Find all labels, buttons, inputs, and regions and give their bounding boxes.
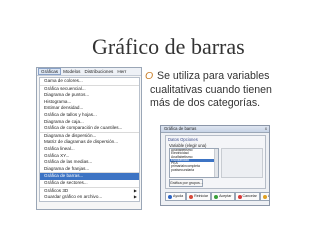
menu-item-label: Diagrama de puntos... [44,92,90,98]
variable-option[interactable]: postsecundaria [170,168,218,172]
menu-item-label: Matriz de diagramas de dispersión... [44,139,119,145]
ayuda-button[interactable]: Ayuda [165,192,187,201]
menu-item[interactable]: Gráfica de comparación de cuantiles... [40,125,139,132]
reiniciar-button[interactable]: Reiniciar [186,192,212,201]
bullet-line-1: Se utiliza para variables [157,70,270,82]
menu-item-label: Gráfica secuencial... [44,85,86,91]
bullet-line-2: cualitativas cuando tienen [150,83,272,96]
bullet-point: O Se utiliza para variables cualitativas… [145,70,317,111]
menubar: Gráficas Modelos Distribuciones Herr [37,68,141,76]
menu-item[interactable]: Diagrama de dispersión... [40,131,139,140]
menu-item[interactable]: Guardar gráfico en archivo... ▶ [40,194,139,201]
menu-graficas[interactable]: Gráficas [38,68,62,75]
menu-item[interactable]: Histograma... [40,99,139,106]
menu-item-label: Guardar gráfico en archivo... [44,194,103,200]
menu-item[interactable]: Gráfica de tallos y hojas... [40,112,139,119]
menu-item[interactable]: Diagrama de caja... [40,119,139,126]
dialog-buttons: Ayuda Reiniciar Aceptar Cancelar Aplicar [165,192,269,201]
graphs-menu-screenshot: Gráficas Modelos Distribuciones Herr Gam… [36,67,142,210]
dialog-titlebar: Gráfica de barras x [161,126,269,133]
help-icon [168,194,172,199]
menu-item[interactable]: Gráfica XY... [40,153,139,160]
dialog-title: Gráfica de barras [164,126,197,131]
menu-item-label: Gráfica lineal... [44,145,75,151]
menu-item-label: Histograma... [44,98,72,104]
menu-item[interactable]: Gráfica secuencial... [40,84,139,93]
bullet-line-3: más de dos categorías. [150,97,261,109]
bar-chart-dialog-screenshot: Gráfica de barras x Datos Opciones Varia… [160,125,270,206]
aplicar-button[interactable]: Aplicar [259,192,269,201]
button-label: Aceptar [219,194,232,198]
graphs-dropdown-menu: Gama de colores... Gráfica secuencial... D… [39,77,140,202]
variable-listbox[interactable]: Analfabetismo Electricidad Analfabetismo Es… [169,148,219,178]
button-label: Aplicar [268,193,269,200]
menu-item-label: Gráfica de las medias... [44,159,93,165]
menu-item-label: Estimar densidad... [44,105,84,111]
menu-item-label: Diagrama de dispersión... [44,132,97,138]
menu-item[interactable]: Gráfica lineal... [40,146,139,153]
bullet-marker: O [145,70,154,82]
menu-herramientas[interactable]: Herr [115,68,128,75]
slide-title: Gráfico de barras [92,34,245,59]
menu-item-label: Gráfica de sectores... [44,179,88,185]
button-label: Ayuda [173,194,184,198]
menu-item-label: Gráficos 3D [44,187,69,193]
options-panel [221,148,263,178]
apply-icon [262,194,267,199]
plot-by-groups-button[interactable]: Gráfica por grupos... [169,179,203,187]
listbox-scrollbar[interactable] [214,149,218,177]
menu-item-label: Gráfica de barras... [44,173,84,179]
menu-item[interactable]: Gráfica de sectores... [40,180,139,187]
menu-item-label: Gráfica de comparación de cuantiles... [44,125,123,131]
button-label: Reiniciar [194,194,209,198]
menu-item-label: Diagrama de caja... [44,118,84,124]
menu-item-label: Gráfica de tallos y hojas... [44,111,97,117]
cancel-icon [237,194,242,199]
menu-item[interactable]: Diagrama de puntos... [40,92,139,99]
menu-modelos[interactable]: Modelos [61,68,82,75]
aceptar-button[interactable]: Aceptar [211,192,235,201]
submenu-arrow-icon: ▶ [133,194,137,200]
menu-item[interactable]: Estimar densidad... [40,105,139,112]
menu-item[interactable]: Gráfica de las medias... [40,159,139,166]
dialog-tabs[interactable]: Datos Opciones [168,137,198,142]
menu-item[interactable]: Gráfica de barras... [40,172,139,180]
close-icon[interactable]: x [265,126,267,132]
reset-icon [189,194,194,199]
menu-item-label: Gráfica XY... [44,152,70,158]
submenu-arrow-icon: ▶ [133,187,137,193]
cancelar-button[interactable]: Cancelar [234,192,260,201]
menu-item-label: Diagrama de franjas... [44,165,90,171]
menu-item-label: Gama de colores... [44,78,83,83]
menu-distribuciones[interactable]: Distribuciones [82,68,115,75]
ok-icon [214,194,219,199]
menu-item[interactable]: Diagrama de franjas... [40,166,139,173]
menu-item[interactable]: Matriz de diagramas de dispersión... [40,139,139,146]
menu-item[interactable]: Gama de colores... [40,78,139,85]
button-label: Cancelar [242,194,257,198]
dialog-data-panel: Datos Opciones Variable (elegir una) Ana… [165,135,266,189]
menu-item[interactable]: Gráficos 3D ▶ [40,186,139,195]
